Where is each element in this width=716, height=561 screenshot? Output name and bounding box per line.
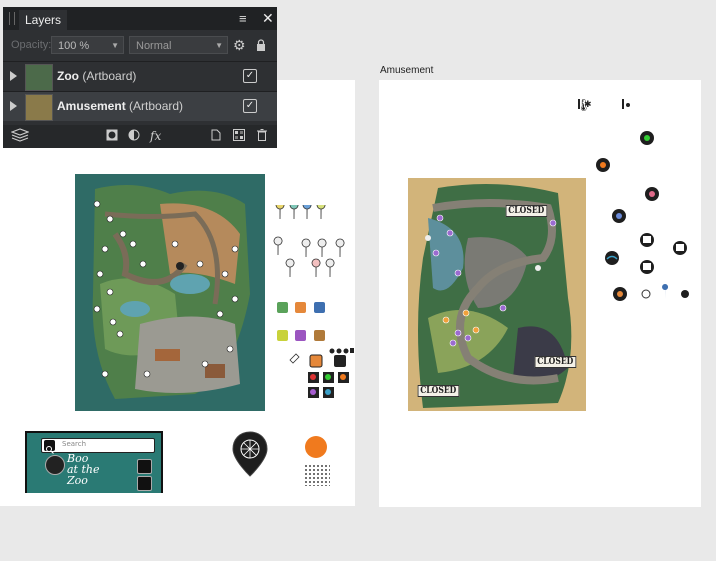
layers-toolbar: fx <box>3 125 277 148</box>
adjustment-icon[interactable] <box>128 129 140 144</box>
fx-icon[interactable]: fx <box>150 129 161 143</box>
menu-icon[interactable]: ≡ <box>239 11 247 26</box>
layer-name: Amusement (Artboard) <box>57 99 184 113</box>
closed-sign: CLOSED <box>534 356 576 368</box>
delete-icon[interactable] <box>257 129 267 144</box>
layer-thumbnail <box>25 94 53 121</box>
zoo-app-title: Boo at the Zoo <box>67 452 100 487</box>
zoom-out-icon[interactable] <box>137 476 152 491</box>
layer-row-zoo[interactable]: Zoo (Artboard) ✓ <box>3 61 277 91</box>
expand-triangle-icon[interactable] <box>10 71 17 81</box>
mask-icon[interactable] <box>106 129 118 144</box>
layers-panel: Layers ≡ ✕ Opacity: 100 % ▼ Normal ▼ ⚙ Z… <box>3 7 277 148</box>
amusement-map-image <box>408 178 586 411</box>
map-pin-icon <box>231 430 269 478</box>
layer-row-amusement[interactable]: Amusement (Artboard) ✓ <box>3 91 277 121</box>
zoo-map-image <box>75 174 265 411</box>
blend-mode-value: Normal <box>136 40 172 52</box>
opacity-label: Opacity: <box>11 39 52 51</box>
opacity-value: 100 % <box>58 40 90 52</box>
layers-tabbar: Layers ≡ ✕ <box>3 7 277 30</box>
dot-grid <box>304 464 330 486</box>
layer-name: Zoo (Artboard) <box>57 69 137 83</box>
chevron-down-icon: ▼ <box>215 41 223 50</box>
tab-layers[interactable]: Layers <box>19 10 68 30</box>
expand-triangle-icon[interactable] <box>10 101 17 111</box>
layer-thumbnail <box>25 64 53 91</box>
amusement-artboard-label: Amusement <box>380 65 434 76</box>
opacity-field[interactable]: 100 % ▼ <box>51 36 124 54</box>
chevron-down-icon: ▼ <box>111 41 119 50</box>
closed-sign: CLOSED <box>505 205 547 217</box>
zoo-phone-mockup: Search Boo at the Zoo <box>25 431 163 493</box>
svg-text:✱: ✱ <box>584 100 592 110</box>
zoom-in-icon[interactable] <box>137 459 152 474</box>
drag-handle-icon[interactable] <box>9 12 15 25</box>
search-placeholder: Search <box>62 440 87 448</box>
orange-color-dot <box>305 436 327 458</box>
search-icon <box>44 440 55 454</box>
visibility-checkbox[interactable]: ✓ <box>243 69 257 83</box>
blend-mode-select[interactable]: Normal ▼ <box>129 36 228 54</box>
visibility-checkbox[interactable]: ✓ <box>243 99 257 113</box>
lock-icon[interactable] <box>256 39 266 51</box>
gear-icon[interactable]: ⚙ <box>233 37 246 54</box>
new-layer-icon[interactable] <box>211 129 221 144</box>
zoo-logo-icon <box>45 455 65 475</box>
search-bar[interactable]: Search <box>41 438 155 454</box>
closed-sign: CLOSED <box>417 385 459 397</box>
layers-stack-icon[interactable] <box>10 128 30 145</box>
close-icon[interactable]: ✕ <box>262 10 274 27</box>
group-icon[interactable] <box>233 129 245 144</box>
layer-options-row: Opacity: 100 % ▼ Normal ▼ ⚙ <box>3 35 277 57</box>
